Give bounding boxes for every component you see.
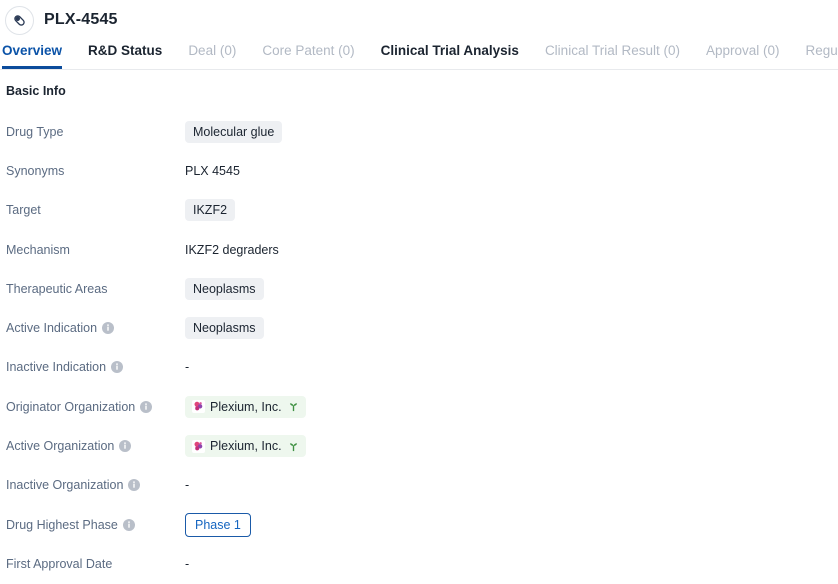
- field-label-text: Drug Highest Phase: [6, 517, 118, 532]
- field-value: IKZF2: [185, 199, 236, 222]
- field-label: Originator Organization: [6, 400, 185, 414]
- field-label: Active Organization: [6, 439, 185, 453]
- tab-core-patent[interactable]: Core Patent (0): [262, 40, 354, 68]
- drug-header: PLX-4545: [0, 0, 838, 40]
- field-value: Neoplasms: [185, 277, 264, 300]
- field-label-text: Active Organization: [6, 439, 115, 454]
- field-label: Drug Highest Phase: [6, 518, 185, 532]
- field-label: Synonyms: [6, 164, 185, 178]
- field-label-text: First Approval Date: [6, 556, 113, 571]
- field-row-mechanism: Mechanism IKZF2 degraders: [6, 230, 838, 269]
- field-row-inactive-indication: Inactive Indication -: [6, 348, 838, 387]
- value-chip[interactable]: Molecular glue: [185, 120, 283, 143]
- field-value: -: [185, 478, 189, 492]
- phase-badge[interactable]: Phase 1: [185, 512, 251, 537]
- field-row-active-organization: Active Organization Plexium, Inc.: [6, 426, 838, 465]
- drug-avatar[interactable]: [5, 5, 34, 35]
- value-empty: -: [185, 478, 190, 493]
- field-label-text: Drug Type: [6, 124, 64, 139]
- field-label-text: Synonyms: [6, 163, 65, 178]
- field-label-text: Active Indication: [6, 321, 98, 336]
- field-value: Plexium, Inc.: [185, 435, 306, 458]
- organization-name: Plexium, Inc.: [210, 439, 282, 454]
- value-text: PLX 4545: [185, 163, 240, 178]
- field-row-first-approval-date: First Approval Date -: [6, 544, 838, 583]
- info-icon[interactable]: [122, 518, 135, 531]
- field-row-active-indication: Active Indication Neoplasms: [6, 308, 838, 347]
- field-label-text: Therapeutic Areas: [6, 281, 108, 296]
- organization-chip[interactable]: Plexium, Inc.: [185, 395, 306, 418]
- field-value: Phase 1: [185, 512, 251, 537]
- info-icon[interactable]: [111, 361, 124, 374]
- field-label-text: Inactive Indication: [6, 360, 107, 375]
- field-label: Therapeutic Areas: [6, 282, 185, 296]
- tab-regulation[interactable]: Regulation (0): [806, 40, 838, 68]
- value-chip[interactable]: Neoplasms: [185, 277, 264, 300]
- plexium-logo-icon: [192, 439, 205, 453]
- field-row-synonyms: Synonyms PLX 4545: [6, 151, 838, 190]
- field-label-text: Mechanism: [6, 242, 70, 257]
- field-value: PLX 4545: [185, 164, 240, 178]
- value-empty: -: [185, 360, 190, 375]
- basic-info-section: Basic Info Drug Type Molecular glue Syno…: [0, 70, 838, 584]
- field-label-text: Target: [6, 203, 41, 218]
- tab-rd-status[interactable]: R&D Status: [88, 40, 162, 68]
- organization-chip[interactable]: Plexium, Inc.: [185, 435, 306, 458]
- field-label-text: Inactive Organization: [6, 478, 124, 493]
- field-row-originator-organization: Originator Organization Plexium, Inc.: [6, 387, 838, 426]
- tab-approval[interactable]: Approval (0): [706, 40, 780, 68]
- field-label: Drug Type: [6, 125, 185, 139]
- field-value: IKZF2 degraders: [185, 243, 279, 257]
- plexium-logo-icon: [192, 400, 205, 414]
- field-row-drug-type: Drug Type Molecular glue: [6, 112, 838, 151]
- field-value: -: [185, 557, 189, 571]
- field-label: Inactive Indication: [6, 360, 185, 374]
- field-label: Active Indication: [6, 321, 185, 335]
- tab-clinical-trial-analysis[interactable]: Clinical Trial Analysis: [381, 40, 519, 68]
- field-label: Target: [6, 203, 185, 217]
- page-title: PLX-4545: [44, 11, 118, 28]
- tab-clinical-trial-result[interactable]: Clinical Trial Result (0): [545, 40, 680, 68]
- field-label: First Approval Date: [6, 557, 185, 571]
- tab-bar: Overview R&D Status Deal (0) Core Patent…: [0, 40, 838, 70]
- info-icon[interactable]: [140, 400, 153, 413]
- value-chip[interactable]: Neoplasms: [185, 317, 264, 340]
- field-row-target: Target IKZF2: [6, 191, 838, 230]
- sprout-icon: [288, 441, 299, 452]
- organization-name: Plexium, Inc.: [210, 399, 282, 414]
- info-icon[interactable]: [128, 479, 141, 492]
- field-row-inactive-organization: Inactive Organization -: [6, 466, 838, 505]
- pill-capsule-icon: [14, 14, 25, 26]
- field-value: Neoplasms: [185, 317, 264, 340]
- info-icon[interactable]: [119, 440, 132, 453]
- field-value: Plexium, Inc.: [185, 395, 306, 418]
- field-row-therapeutic-areas: Therapeutic Areas Neoplasms: [6, 269, 838, 308]
- field-label-text: Originator Organization: [6, 399, 136, 414]
- tab-overview[interactable]: Overview: [2, 40, 63, 69]
- sprout-icon: [288, 401, 299, 412]
- field-value: Molecular glue: [185, 120, 283, 143]
- value-text: IKZF2 degraders: [185, 242, 279, 257]
- section-title-basic-info: Basic Info: [6, 84, 66, 98]
- value-chip[interactable]: IKZF2: [185, 199, 236, 222]
- field-value: -: [185, 360, 189, 374]
- tab-deal[interactable]: Deal (0): [188, 40, 236, 68]
- field-row-drug-highest-phase: Drug Highest Phase Phase 1: [6, 505, 838, 544]
- field-label: Inactive Organization: [6, 478, 185, 492]
- info-icon[interactable]: [102, 322, 115, 335]
- value-empty: -: [185, 556, 190, 571]
- field-label: Mechanism: [6, 243, 185, 257]
